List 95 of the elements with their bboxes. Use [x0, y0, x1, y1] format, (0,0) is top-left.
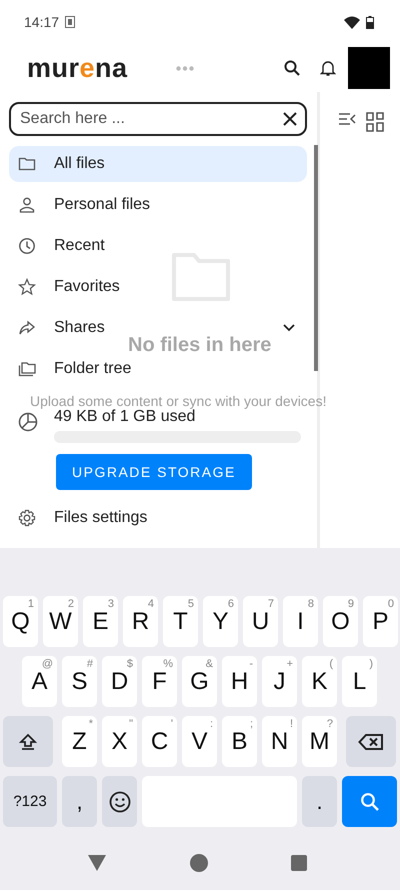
key-hint: @: [42, 658, 53, 670]
key-hint: 8: [308, 598, 314, 610]
keyboard-key[interactable]: : V: [182, 716, 217, 767]
keyboard-key[interactable]: 7 U: [243, 596, 278, 647]
keyboard-key[interactable]: - H: [222, 656, 257, 707]
list-collapse-icon[interactable]: [338, 112, 356, 126]
key-hint: ': [170, 718, 173, 730]
keyboard-key[interactable]: 3 E: [83, 596, 118, 647]
key-hint: 1: [28, 598, 34, 610]
files-settings-item[interactable]: Files settings: [9, 500, 160, 536]
backspace-icon: [358, 732, 384, 750]
keyboard-key[interactable]: .: [302, 776, 337, 827]
backspace-key[interactable]: [346, 716, 396, 767]
settings-icon: [18, 509, 36, 527]
key-hint: &: [206, 658, 213, 670]
shift-key[interactable]: [3, 716, 53, 767]
key-hint: +: [286, 658, 293, 670]
empty-state-text: Upload some content or sync with your devices!: [30, 393, 326, 409]
keyboard-key[interactable]: ,: [62, 776, 97, 827]
keyboard-key[interactable]: 4 R: [123, 596, 158, 647]
key-hint: 4: [148, 598, 154, 610]
chevron-down-icon[interactable]: [283, 324, 295, 332]
search-icon[interactable]: [284, 60, 300, 76]
sidebar-item[interactable]: Shares: [9, 310, 117, 346]
scrollbar[interactable]: [314, 145, 318, 371]
pie-chart-icon: [18, 412, 38, 432]
wifi-icon: [344, 16, 360, 28]
keyboard-key[interactable]: & G: [182, 656, 217, 707]
keyboard-key[interactable]: 5 T: [163, 596, 198, 647]
keyboard-key[interactable]: ) L: [342, 656, 377, 707]
keyboard-key[interactable]: ' C: [142, 716, 177, 767]
emoji-key[interactable]: [102, 776, 137, 827]
search-key[interactable]: [342, 776, 397, 827]
status-time: 14:17: [24, 14, 60, 30]
key-hint: ): [369, 658, 373, 670]
nav-icon: [18, 196, 36, 214]
key-hint: 3: [108, 598, 114, 610]
key-hint: !: [290, 718, 293, 730]
smiley-icon: [108, 790, 130, 812]
search-field[interactable]: Search here ...: [9, 102, 307, 136]
nav-icon: [18, 278, 36, 296]
keyboard-key[interactable]: 9 O: [323, 596, 358, 647]
upgrade-storage-button[interactable]: UPGRADE STORAGE: [56, 454, 252, 490]
key-hint: 9: [348, 598, 354, 610]
sidebar-item[interactable]: Favorites: [9, 269, 132, 305]
nav-icon: [18, 319, 36, 337]
sidebar-item[interactable]: Recent: [9, 228, 117, 264]
keyboard-key[interactable]: ( K: [302, 656, 337, 707]
key-hint: :: [210, 718, 213, 730]
keyboard-key[interactable]: @ A: [22, 656, 57, 707]
keyboard-key[interactable]: % F: [142, 656, 177, 707]
battery-icon: [366, 16, 374, 28]
key-hint: ?: [326, 718, 333, 730]
sim-icon: [65, 16, 76, 28]
key-hint: 0: [388, 598, 394, 610]
keyboard-key[interactable]: 1 Q: [3, 596, 38, 647]
sidebar-item[interactable]: Personal files: [9, 187, 162, 223]
keyboard-key[interactable]: 6 Y: [203, 596, 238, 647]
key-hint: ": [129, 718, 133, 730]
keyboard-key[interactable]: ? M: [302, 716, 337, 767]
nav-icon: [18, 237, 36, 255]
storage-usage-text: 49 KB of 1 GB used: [54, 408, 196, 426]
search-icon: [360, 792, 380, 812]
keyboard-key[interactable]: ; B: [222, 716, 257, 767]
key-hint: 6: [228, 598, 234, 610]
keyboard-key[interactable]: # S: [62, 656, 97, 707]
keyboard-key[interactable]: " X: [102, 716, 137, 767]
back-icon[interactable]: [88, 855, 106, 871]
key-hint: 7: [268, 598, 274, 610]
key-hint: 2: [68, 598, 74, 610]
keyboard-key[interactable]: + J: [262, 656, 297, 707]
shift-icon: [19, 732, 37, 750]
keyboard-key[interactable]: 0 P: [363, 596, 398, 647]
symbols-key[interactable]: ?123: [3, 776, 57, 827]
close-icon[interactable]: [283, 112, 297, 126]
key-hint: *: [88, 718, 93, 730]
nav-icon: [18, 155, 36, 173]
nav-icon: [18, 360, 36, 378]
key-hint: $: [126, 658, 133, 670]
key-hint: 5: [188, 598, 194, 610]
key-hint: #: [86, 658, 93, 670]
key-hint: -: [249, 658, 253, 670]
key-hint: (: [329, 658, 333, 670]
keyboard-key[interactable]: ! N: [262, 716, 297, 767]
home-icon[interactable]: [190, 854, 208, 872]
keyboard-key[interactable]: 8 I: [283, 596, 318, 647]
bell-icon[interactable]: [320, 60, 336, 76]
keyboard-key[interactable]: $ D: [102, 656, 137, 707]
key-hint: ;: [250, 718, 253, 730]
key-hint: %: [163, 658, 173, 670]
grid-icon[interactable]: [366, 112, 384, 132]
murena-logo: murena: [27, 52, 128, 84]
keyboard-key[interactable]: * Z: [62, 716, 97, 767]
keyboard-key[interactable]: 2 W: [43, 596, 78, 647]
sidebar-item[interactable]: All files: [9, 146, 307, 182]
